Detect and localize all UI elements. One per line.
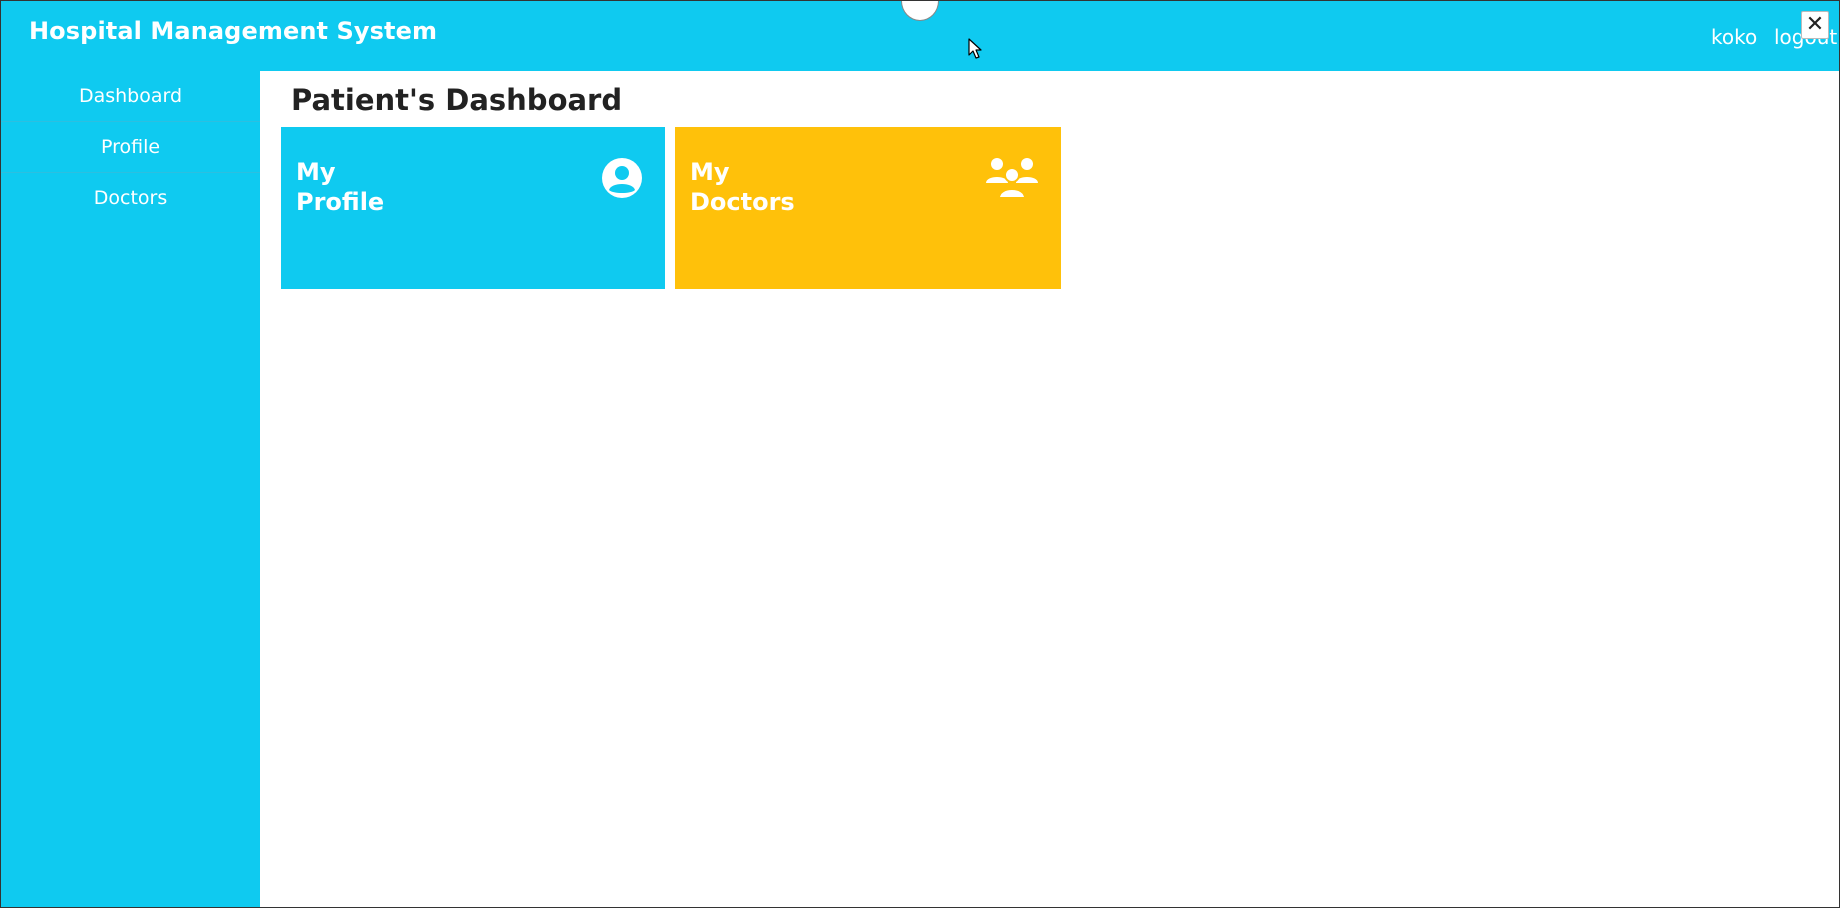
page-title: Patient's Dashboard bbox=[291, 83, 623, 117]
main-content: Patient's Dashboard My Profile My Doctor… bbox=[260, 71, 1839, 907]
sidebar-item-profile[interactable]: Profile bbox=[1, 122, 260, 173]
app-brand[interactable]: Hospital Management System bbox=[29, 17, 437, 45]
top-navbar: Hospital Management System koko logout ✕ bbox=[1, 1, 1839, 71]
sidebar-item-doctors[interactable]: Doctors bbox=[1, 173, 260, 224]
card-title-line2: Profile bbox=[296, 188, 385, 216]
close-button[interactable]: ✕ bbox=[1801, 11, 1829, 39]
user-circle-icon bbox=[602, 158, 642, 198]
card-title-line2: Doctors bbox=[690, 188, 795, 216]
card-title: My Doctors bbox=[690, 157, 795, 217]
app-window: Hospital Management System koko logout ✕… bbox=[0, 0, 1840, 908]
card-title: My Profile bbox=[296, 157, 384, 217]
sidebar-item-dashboard[interactable]: Dashboard bbox=[1, 71, 260, 122]
window-notch bbox=[901, 1, 939, 21]
sidebar: Dashboard Profile Doctors bbox=[1, 71, 260, 907]
my-doctors-card[interactable]: My Doctors bbox=[675, 127, 1061, 289]
my-profile-card[interactable]: My Profile bbox=[281, 127, 665, 289]
card-title-line1: My bbox=[296, 158, 336, 186]
card-title-line1: My bbox=[690, 158, 730, 186]
user-name: koko bbox=[1711, 25, 1758, 49]
users-group-icon bbox=[986, 158, 1038, 199]
mouse-cursor-icon bbox=[968, 38, 982, 59]
